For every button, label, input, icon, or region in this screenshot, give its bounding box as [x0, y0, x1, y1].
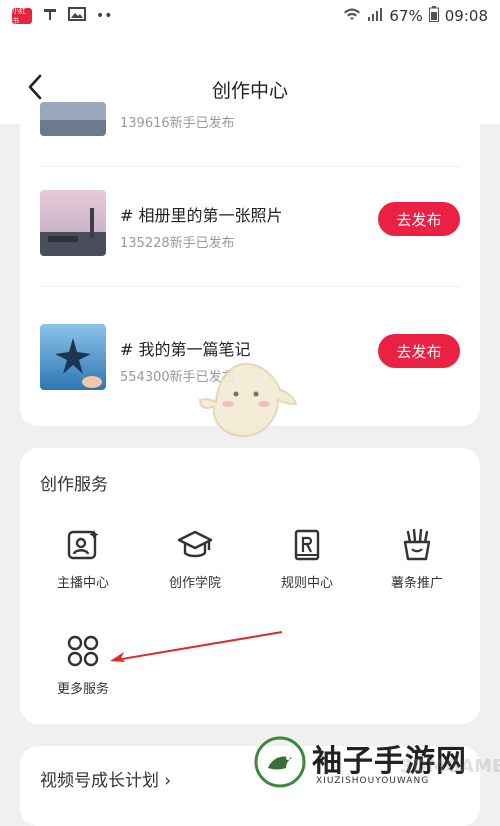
task-thumbnail-2 — [40, 190, 106, 256]
watermark-mascot-icon — [196, 356, 306, 446]
task-sub-1: 139616新手已发布 — [120, 116, 235, 131]
battery-percent: 67% — [389, 7, 423, 25]
section-title: 创作服务 — [40, 475, 108, 495]
service-anchor-center[interactable]: 主播中心 — [38, 528, 128, 591]
publish-button-photo[interactable]: 去发布 — [378, 202, 460, 236]
service-creator-academy[interactable]: 创作学院 — [150, 528, 240, 591]
watermark-logo: 袖子手游网 XIUZISHOUYOUWANG 3DMGAME — [250, 732, 500, 796]
service-rule-center[interactable]: 规则中心 — [262, 528, 352, 591]
image-icon — [68, 6, 86, 26]
battery-icon — [428, 6, 439, 26]
service-label: 更多服务 — [56, 682, 109, 697]
service-label: 主播中心 — [56, 576, 109, 591]
page-title: 创作中心 — [211, 80, 288, 102]
service-label: 规则中心 — [280, 576, 333, 591]
bird-logo-icon — [254, 736, 306, 788]
task-title-2: # 相册里的第一张照片 — [120, 206, 283, 225]
anchor-center-icon — [67, 530, 99, 560]
clock: 09:08 — [444, 7, 488, 25]
service-fries-promotion[interactable]: 薯条推广 — [372, 528, 462, 591]
task-sub-2: 135228新手已发布 — [120, 236, 235, 251]
annotation-arrow-icon — [110, 631, 283, 662]
watermark-faded: 3DMGAME — [400, 756, 500, 777]
divider — [40, 286, 460, 287]
creation-services-card: 创作服务 主播中心 创作学院 规则中心 薯条推广 更多服务 — [20, 448, 480, 724]
rule-book-icon — [294, 529, 320, 561]
status-bar: 小红书 •• 67% 09:08 — [0, 0, 500, 32]
task-thumbnail-3 — [40, 324, 106, 390]
signal-icon — [367, 7, 383, 25]
growth-plan-link[interactable]: 视频号成长计划 › — [40, 766, 171, 791]
service-label: 创作学院 — [168, 576, 221, 591]
divider — [40, 166, 460, 167]
graduation-cap-icon — [177, 530, 213, 558]
watermark-subtext: XIUZISHOUYOUWANG — [316, 776, 430, 786]
notification-icon — [42, 6, 58, 26]
grid-more-icon — [67, 635, 99, 667]
publish-button-note[interactable]: 去发布 — [378, 334, 460, 368]
service-label: 薯条推广 — [390, 576, 443, 591]
fries-icon — [403, 528, 431, 561]
more-dots-icon: •• — [96, 8, 113, 24]
wifi-icon — [343, 7, 361, 25]
app-badge: 小红书 — [12, 7, 32, 25]
task-thumbnail-1 — [40, 102, 106, 136]
